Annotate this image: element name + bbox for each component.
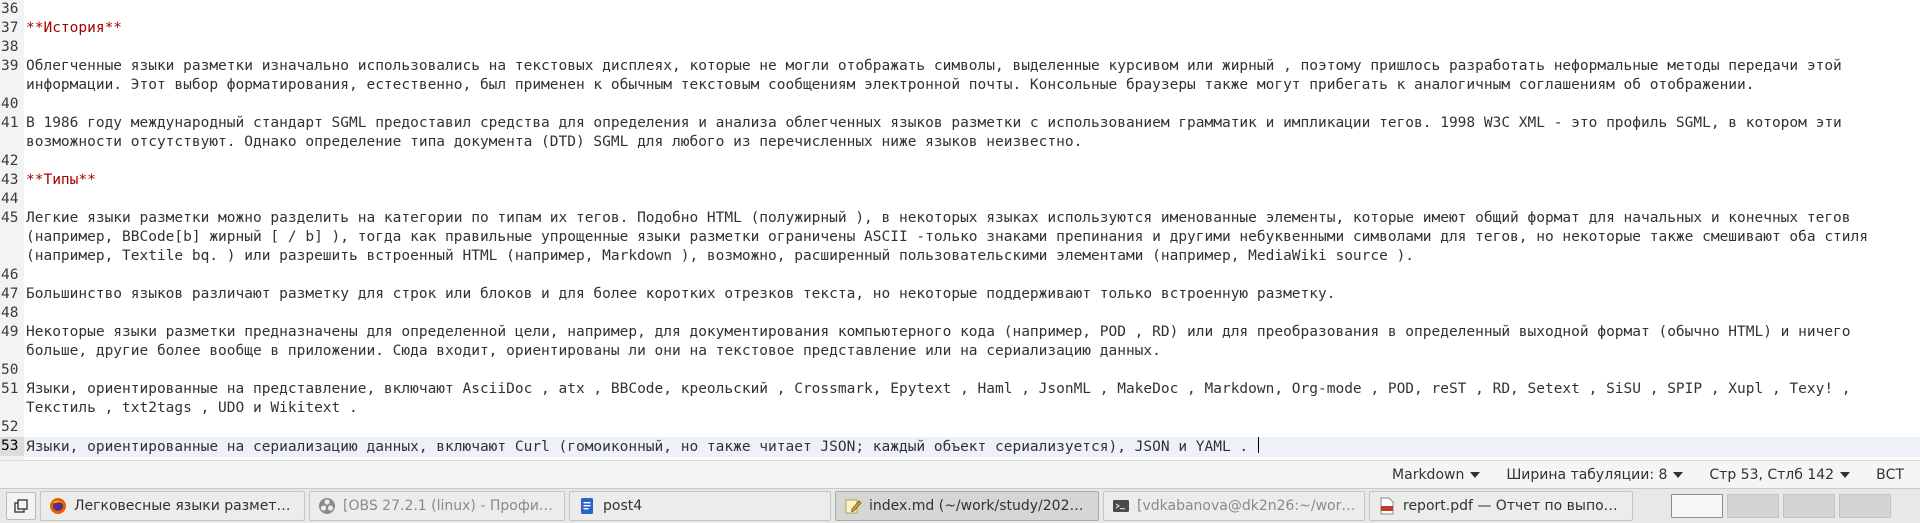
chevron-down-icon xyxy=(1470,471,1481,478)
text-editor[interactable]: 36 37 **История** 38 39 Облегченные языки раз… xyxy=(0,0,1920,460)
line-text[interactable]: Языки, ориентированные на представление,… xyxy=(24,380,1920,418)
line-number: 36 xyxy=(0,0,24,19)
line-number: 51 xyxy=(0,380,24,399)
line-number: 37 xyxy=(0,19,24,38)
line-number: 39 xyxy=(0,57,24,76)
task-label: [vdkabanova@dk2n26:~/work/stu... xyxy=(1137,498,1356,514)
insert-mode-indicator[interactable]: ВСТ xyxy=(1876,467,1904,483)
editor-line[interactable]: 49 Некоторые языки разметки предназначены… xyxy=(0,323,1920,361)
workspace-3[interactable] xyxy=(1783,494,1835,518)
task-terminal[interactable]: [vdkabanova@dk2n26:~/work/stu... xyxy=(1103,491,1365,521)
tab-width-selector[interactable]: Ширина табуляции: 8 xyxy=(1506,466,1684,483)
line-number: 50 xyxy=(0,361,24,380)
workspace-1[interactable] xyxy=(1671,494,1723,518)
status-bar: Markdown Ширина табуляции: 8 Стр 53, Стл… xyxy=(0,460,1920,488)
document-icon xyxy=(578,497,596,515)
cursor-position-selector[interactable]: Стр 53, Стлб 142 xyxy=(1709,466,1851,483)
chevron-down-icon xyxy=(1840,471,1851,478)
text-editor-icon xyxy=(844,497,862,515)
workspace-pager xyxy=(1671,494,1895,518)
markdown-heading[interactable]: **История** xyxy=(24,19,1920,38)
task-pdf[interactable]: report.pdf — Отчет по выполнен... xyxy=(1369,491,1633,521)
task-label: [OBS 27.2.1 (linux) - Профиль: Бе... xyxy=(343,498,556,514)
language-selector[interactable]: Markdown xyxy=(1392,466,1481,483)
editor-line[interactable]: 36 xyxy=(0,0,1920,19)
editor-line[interactable]: 50 xyxy=(0,361,1920,380)
editor-line[interactable]: 40 xyxy=(0,95,1920,114)
windows-icon xyxy=(14,499,28,513)
insert-mode-label: ВСТ xyxy=(1876,466,1904,483)
editor-line[interactable]: 52 xyxy=(0,418,1920,437)
editor-line[interactable]: 51 Языки, ориентированные на представлени… xyxy=(0,380,1920,418)
task-label: index.md (~/work/study/2021-202... xyxy=(869,498,1090,514)
editor-line[interactable]: 53 Языки, ориентированные на сериализацию… xyxy=(0,437,1920,457)
task-firefox[interactable]: Легковесные языки разметки | ... xyxy=(40,491,305,521)
firefox-icon xyxy=(49,497,67,515)
line-text[interactable]: В 1986 году международный стандарт SGML … xyxy=(24,114,1920,152)
editor-line[interactable]: 47 Большинство языков различают разметку … xyxy=(0,285,1920,304)
task-label: report.pdf — Отчет по выполнен... xyxy=(1403,498,1624,514)
line-number: 38 xyxy=(0,38,24,57)
editor-line[interactable]: 48 xyxy=(0,304,1920,323)
line-text[interactable]: Большинство языков различают разметку дл… xyxy=(24,285,1920,304)
editor-lines[interactable]: 36 37 **История** 38 39 Облегченные языки раз… xyxy=(0,0,1920,457)
line-number: 44 xyxy=(0,190,24,209)
editor-line[interactable]: 43 **Типы** xyxy=(0,171,1920,190)
line-text[interactable]: Легкие языки разметки можно разделить на… xyxy=(24,209,1920,266)
chevron-down-icon xyxy=(1673,471,1684,478)
workspace-4[interactable] xyxy=(1839,494,1891,518)
workspace-2[interactable] xyxy=(1727,494,1779,518)
show-desktop-button[interactable] xyxy=(6,492,36,520)
line-number: 45 xyxy=(0,209,24,228)
taskbar: Легковесные языки разметки | ... [OBS 27… xyxy=(0,488,1920,523)
line-number: 43 xyxy=(0,171,24,190)
task-editor[interactable]: index.md (~/work/study/2021-202... xyxy=(835,491,1099,521)
markdown-heading[interactable]: **Типы** xyxy=(24,171,1920,190)
tab-width-label: Ширина табуляции: 8 xyxy=(1506,466,1668,483)
line-number: 49 xyxy=(0,323,24,342)
editor-line[interactable]: 45 Легкие языки разметки можно разделить … xyxy=(0,209,1920,266)
editor-line[interactable]: 42 xyxy=(0,152,1920,171)
terminal-icon xyxy=(1112,497,1130,515)
editor-line[interactable]: 39 Облегченные языки разметки изначально … xyxy=(0,57,1920,95)
line-number: 53 xyxy=(0,437,24,456)
editor-line[interactable]: 41 В 1986 году международный стандарт SGM… xyxy=(0,114,1920,152)
editor-line[interactable]: 44 xyxy=(0,190,1920,209)
editor-line[interactable]: 46 xyxy=(0,266,1920,285)
line-number: 48 xyxy=(0,304,24,323)
line-number: 47 xyxy=(0,285,24,304)
line-text[interactable]: Некоторые языки разметки предназначены д… xyxy=(24,323,1920,361)
task-post4[interactable]: post4 xyxy=(569,491,831,521)
line-number: 42 xyxy=(0,152,24,171)
pdf-icon xyxy=(1378,497,1396,515)
line-number: 40 xyxy=(0,95,24,114)
line-text[interactable]: Языки, ориентированные на сериализацию д… xyxy=(24,437,1920,457)
editor-line[interactable]: 38 xyxy=(0,38,1920,57)
task-label: post4 xyxy=(603,498,643,514)
task-obs[interactable]: [OBS 27.2.1 (linux) - Профиль: Бе... xyxy=(309,491,565,521)
line-number: 52 xyxy=(0,418,24,437)
task-label: Легковесные языки разметки | ... xyxy=(74,498,296,514)
line-text[interactable]: Облегченные языки разметки изначально ис… xyxy=(24,57,1920,95)
line-number: 41 xyxy=(0,114,24,133)
obs-icon xyxy=(318,497,336,515)
language-label: Markdown xyxy=(1392,466,1465,483)
editor-line[interactable]: 37 **История** xyxy=(0,19,1920,38)
cursor-position-label: Стр 53, Стлб 142 xyxy=(1709,466,1835,483)
line-number: 46 xyxy=(0,266,24,285)
text-cursor xyxy=(1257,437,1259,453)
